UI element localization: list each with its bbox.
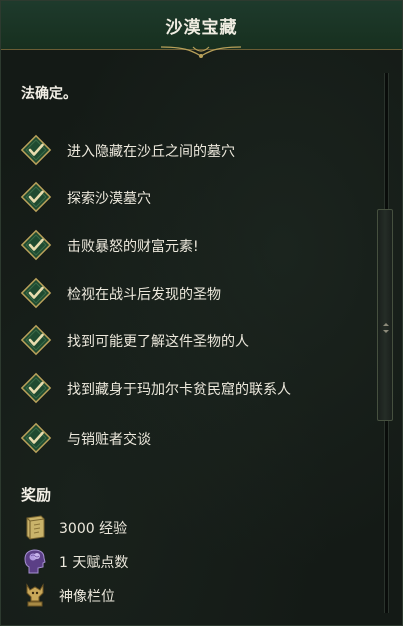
reward-item: 神像栏位 (21, 581, 321, 609)
objective-label: 找到藏身于玛加尔卡贫民窟的联系人 (67, 382, 291, 398)
checkbox-checked-icon (20, 324, 52, 356)
objective-label: 探索沙漠墓穴 (67, 191, 151, 207)
header-ornament (160, 46, 242, 58)
tome-icon (26, 515, 45, 540)
checkbox-checked-icon (20, 134, 52, 166)
grip-icon (383, 323, 389, 333)
rewards-heading: 奖励 (21, 486, 52, 504)
checkbox-checked-icon (20, 372, 52, 404)
quest-intro-text: 法确定。 (21, 86, 77, 102)
scrollbar[interactable] (377, 73, 393, 613)
checkbox-checked-icon (20, 422, 52, 454)
reward-text: 神像栏位 (59, 589, 115, 605)
brain-talent-icon (24, 549, 46, 574)
objective-label: 击败暴怒的财富元素! (67, 239, 199, 255)
objective-label: 与销赃者交谈 (67, 432, 151, 448)
objective-item: 找到可能更了解这件圣物的人 (19, 323, 369, 357)
reward-text: 1 天赋点数 (59, 555, 129, 571)
window-title: 沙漠宝藏 (165, 18, 238, 38)
reward-item: 3000 经验 (21, 513, 321, 541)
objective-label: 进入隐藏在沙丘之间的墓穴 (67, 144, 235, 160)
objective-item: 找到藏身于玛加尔卡贫民窟的联系人 (19, 371, 369, 405)
reward-text: 3000 经验 (59, 521, 128, 537)
objective-item: 探索沙漠墓穴 (19, 180, 369, 214)
objective-item: 与销赃者交谈 (19, 421, 369, 455)
reward-item: 1 天赋点数 (21, 547, 321, 575)
objective-item: 检视在战斗后发现的圣物 (19, 276, 369, 310)
scrollbar-thumb[interactable] (377, 209, 393, 421)
quest-panel: 沙漠宝藏 法确定。 进入隐藏在沙丘之间的墓穴 探索沙漠墓穴 击败暴怒的财富元素! (0, 0, 403, 626)
objective-item: 进入隐藏在沙丘之间的墓穴 (19, 133, 369, 167)
objective-label: 检视在战斗后发现的圣物 (67, 287, 221, 303)
idol-icon (26, 583, 44, 607)
checkbox-checked-icon (20, 277, 52, 309)
checkbox-checked-icon (20, 229, 52, 261)
objective-item: 击败暴怒的财富元素! (19, 228, 369, 262)
checkbox-checked-icon (20, 181, 52, 213)
objective-label: 找到可能更了解这件圣物的人 (67, 334, 249, 350)
